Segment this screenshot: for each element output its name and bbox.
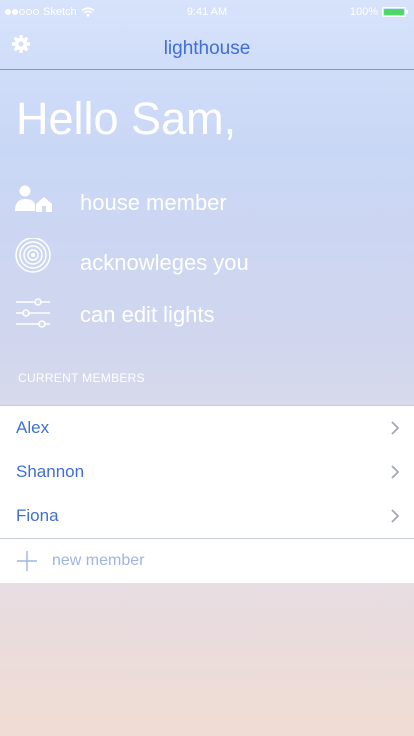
chevron-right-icon xyxy=(391,509,400,523)
permission-edit-lights: can edit lights xyxy=(0,294,414,334)
chevron-right-icon xyxy=(391,465,400,479)
sliders-icon xyxy=(16,298,50,328)
permission-house-member: house member xyxy=(0,182,414,222)
add-member-button[interactable]: new member xyxy=(0,539,414,583)
chevron-right-icon xyxy=(391,421,400,435)
status-bar: Sketch 9:41 AM 100% xyxy=(0,0,414,24)
plus-icon xyxy=(17,551,37,571)
greeting-heading: Hello Sam, xyxy=(16,93,237,144)
permission-label: house member xyxy=(80,190,227,215)
battery-percent: 100% xyxy=(349,6,378,18)
list-item[interactable]: Alex xyxy=(0,406,414,450)
member-name: Fiona xyxy=(16,506,59,525)
permission-acknowledges: acknowleges you xyxy=(0,236,414,276)
app-title: lighthouse xyxy=(163,38,251,59)
house-member-icon xyxy=(15,185,52,212)
list-item[interactable]: Fiona xyxy=(0,494,414,538)
members-list: Alex Shannon Fiona new member xyxy=(0,405,414,583)
add-member-label: new member xyxy=(52,552,145,569)
status-right: 100% xyxy=(349,6,408,18)
permission-label: acknowleges you xyxy=(80,250,249,275)
member-name: Alex xyxy=(16,418,50,437)
members-section-header: CURRENT MEMBERS xyxy=(18,371,145,385)
broadcast-icon xyxy=(15,238,51,273)
list-item[interactable]: Shannon xyxy=(0,450,414,494)
member-name: Shannon xyxy=(16,462,85,481)
navigation-bar: lighthouse xyxy=(0,24,414,70)
permission-label: can edit lights xyxy=(80,302,215,327)
battery-icon xyxy=(382,7,408,17)
